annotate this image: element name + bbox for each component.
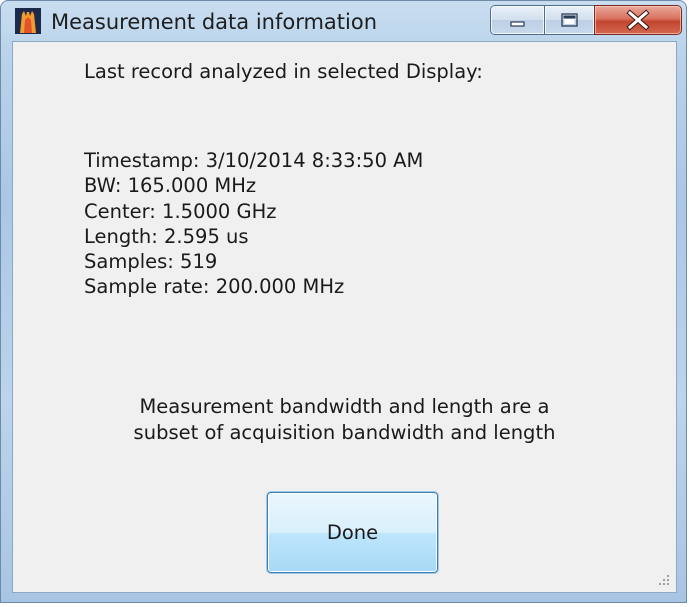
maximize-icon xyxy=(561,13,578,27)
center-line: Center: 1.5000 GHz xyxy=(84,199,277,223)
close-button[interactable] xyxy=(594,5,682,35)
spectrum-app-icon[interactable] xyxy=(15,8,41,34)
maximize-button[interactable] xyxy=(544,5,595,35)
length-line: Length: 2.595 us xyxy=(84,224,249,248)
timestamp-line: Timestamp: 3/10/2014 8:33:50 AM xyxy=(84,149,424,172)
note-text: Measurement bandwidth and length are a s… xyxy=(12,394,677,446)
sample-rate-line: Sample rate: 200.000 MHz xyxy=(84,275,345,299)
window-title: Measurement data information xyxy=(51,10,378,34)
heading-text: Last record analyzed in selected Display… xyxy=(84,60,483,83)
dialog-window: Measurement data information Last record xyxy=(0,0,687,603)
title-bar[interactable]: Measurement data information xyxy=(1,1,686,41)
resize-grip-icon[interactable] xyxy=(658,574,670,586)
note-line-2: subset of acquisition bandwidth and leng… xyxy=(133,421,556,444)
minimize-button[interactable] xyxy=(490,5,545,35)
info-list: Timestamp: 3/10/2014 8:33:50 AM BW: 165.… xyxy=(84,149,423,301)
minimize-icon xyxy=(510,21,525,27)
samples-line: Samples: 519 xyxy=(84,250,218,274)
done-button[interactable]: Done xyxy=(267,492,438,573)
bw-line: BW: 165.000 MHz xyxy=(84,174,257,198)
note-line-1: Measurement bandwidth and length are a xyxy=(139,395,550,418)
close-icon xyxy=(626,9,650,31)
